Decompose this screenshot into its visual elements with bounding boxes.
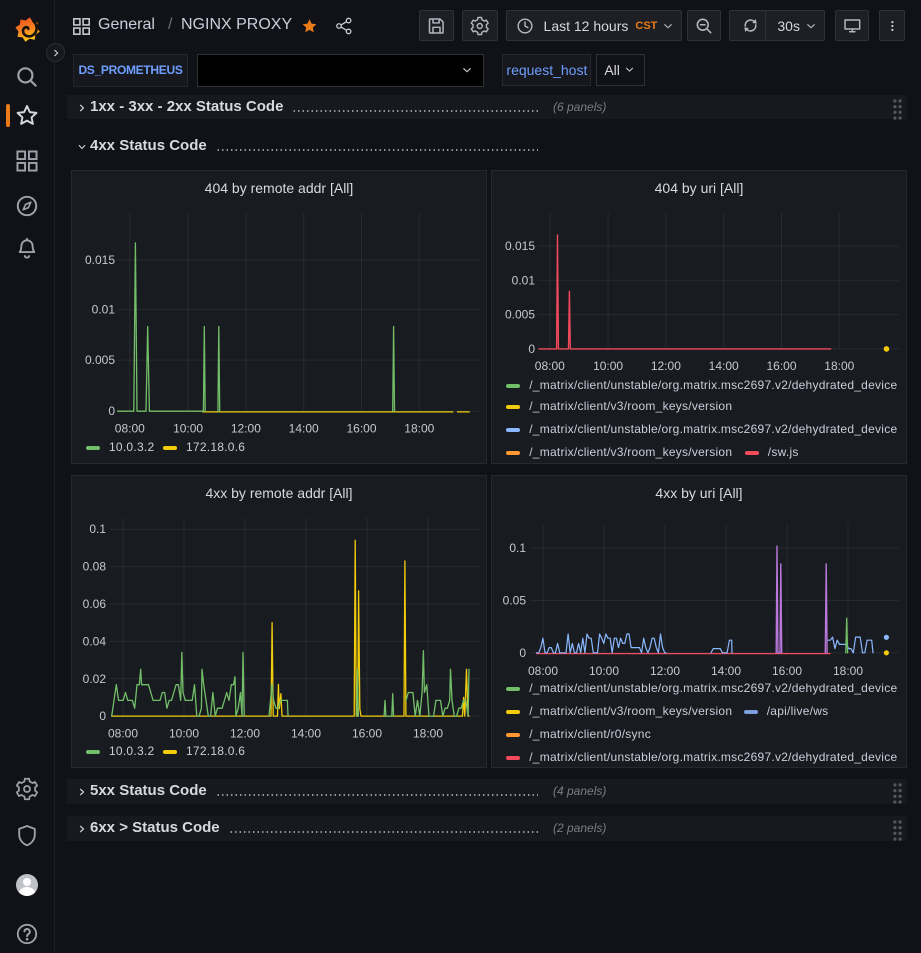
svg-text:16:00: 16:00 bbox=[352, 727, 382, 741]
svg-text:12:00: 12:00 bbox=[231, 422, 261, 436]
svg-text:14:00: 14:00 bbox=[289, 422, 319, 436]
svg-text:0.01: 0.01 bbox=[512, 273, 536, 287]
svg-text:10:00: 10:00 bbox=[169, 727, 199, 741]
svg-text:0.02: 0.02 bbox=[83, 672, 107, 686]
svg-text:10:00: 10:00 bbox=[589, 664, 619, 678]
svg-text:12:00: 12:00 bbox=[651, 359, 681, 373]
svg-text:18:00: 18:00 bbox=[404, 422, 434, 436]
svg-text:12:00: 12:00 bbox=[650, 664, 680, 678]
svg-text:16:00: 16:00 bbox=[772, 664, 802, 678]
svg-text:18:00: 18:00 bbox=[824, 359, 854, 373]
svg-text:18:00: 18:00 bbox=[413, 727, 443, 741]
svg-text:14:00: 14:00 bbox=[711, 664, 741, 678]
svg-text:0: 0 bbox=[519, 646, 526, 660]
svg-text:14:00: 14:00 bbox=[709, 359, 739, 373]
svg-text:0.005: 0.005 bbox=[505, 308, 535, 322]
svg-text:10:00: 10:00 bbox=[593, 359, 623, 373]
svg-text:14:00: 14:00 bbox=[291, 727, 321, 741]
svg-text:0.1: 0.1 bbox=[89, 522, 106, 536]
svg-text:0.06: 0.06 bbox=[83, 597, 107, 611]
svg-text:08:00: 08:00 bbox=[535, 359, 565, 373]
svg-text:0: 0 bbox=[528, 342, 535, 356]
svg-text:0.1: 0.1 bbox=[509, 541, 526, 555]
svg-text:0.05: 0.05 bbox=[503, 593, 527, 607]
svg-text:08:00: 08:00 bbox=[528, 664, 558, 678]
svg-text:0.01: 0.01 bbox=[92, 303, 116, 317]
svg-text:12:00: 12:00 bbox=[230, 727, 260, 741]
svg-text:16:00: 16:00 bbox=[346, 422, 376, 436]
svg-text:0.015: 0.015 bbox=[85, 253, 115, 267]
svg-text:18:00: 18:00 bbox=[833, 664, 863, 678]
svg-text:16:00: 16:00 bbox=[766, 359, 796, 373]
svg-text:08:00: 08:00 bbox=[108, 727, 138, 741]
svg-text:08:00: 08:00 bbox=[115, 422, 145, 436]
svg-text:0.005: 0.005 bbox=[85, 353, 115, 367]
svg-text:0.015: 0.015 bbox=[505, 239, 535, 253]
svg-text:0.08: 0.08 bbox=[83, 560, 107, 574]
svg-text:10:00: 10:00 bbox=[173, 422, 203, 436]
svg-text:0.04: 0.04 bbox=[83, 634, 107, 648]
svg-text:0: 0 bbox=[99, 709, 106, 723]
svg-text:0: 0 bbox=[108, 404, 115, 418]
